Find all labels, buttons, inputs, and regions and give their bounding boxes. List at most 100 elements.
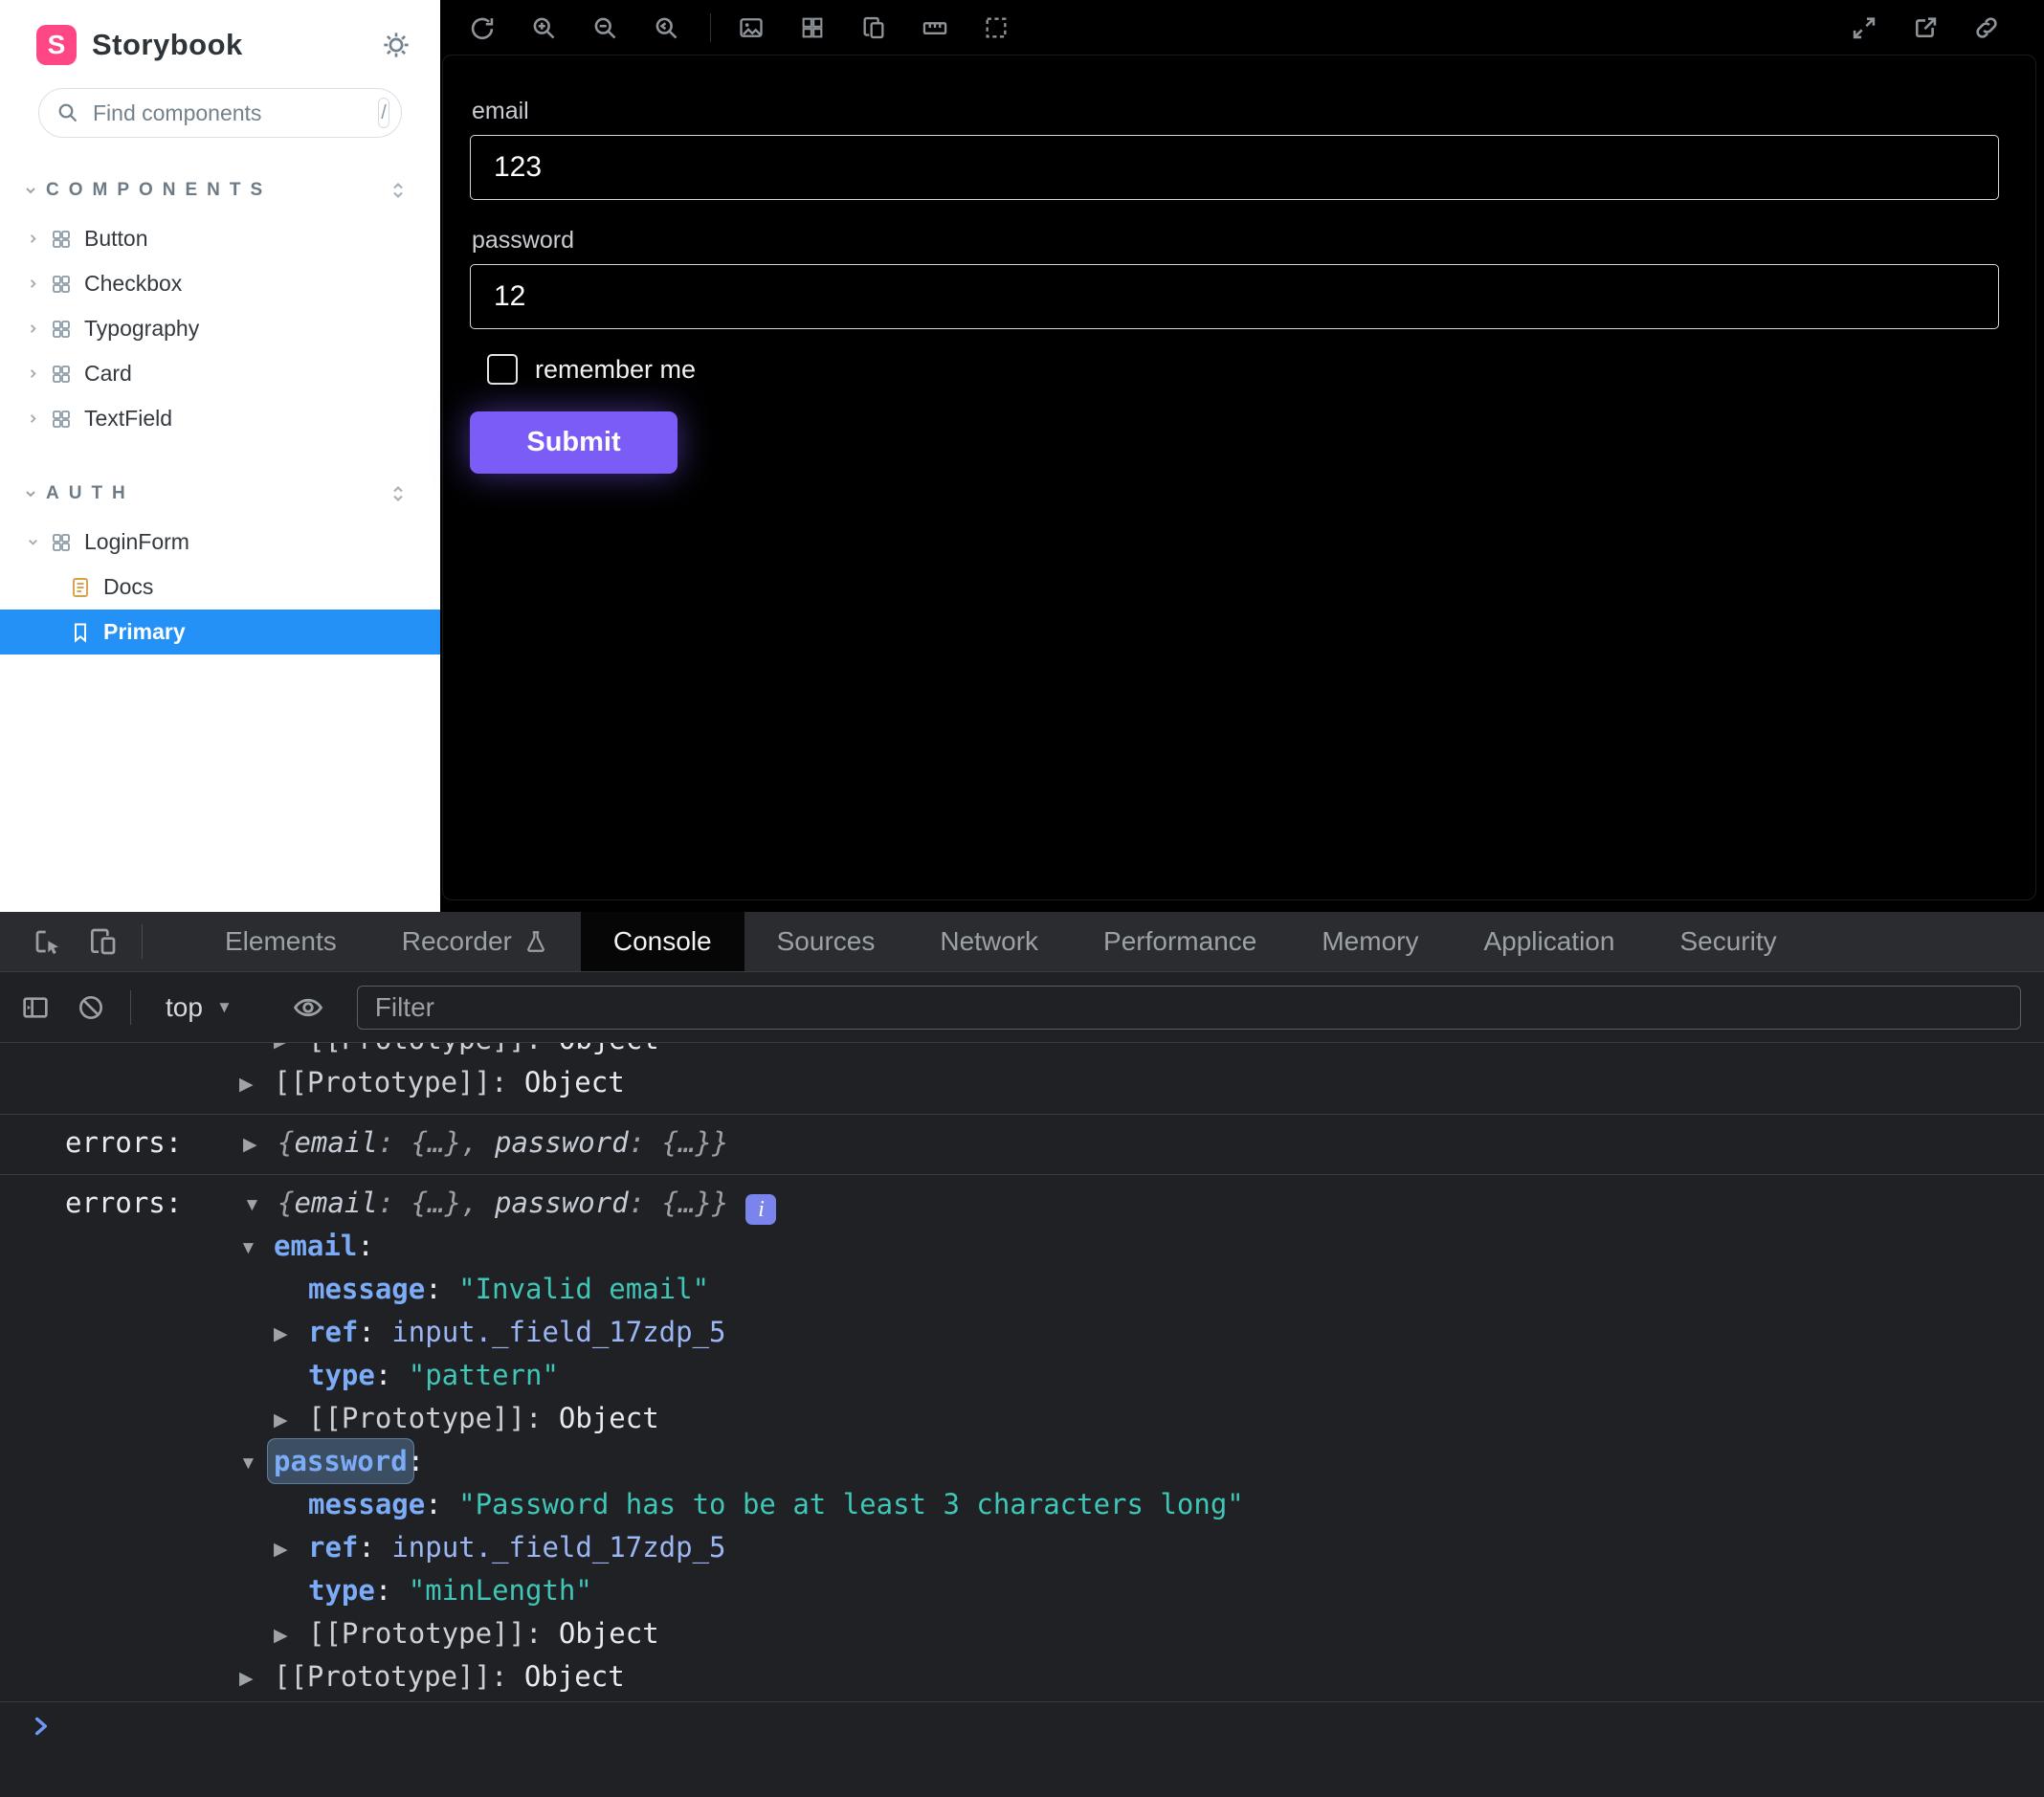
sidebar-item-loginform[interactable]: LoginForm	[0, 520, 440, 565]
component-search[interactable]: /	[38, 88, 402, 138]
console-token: [[Prototype]]:	[308, 1043, 559, 1055]
section-header-auth[interactable]: AUTH	[0, 479, 440, 508]
disclosure-triangle-icon[interactable]: ▼	[243, 1184, 278, 1227]
disclosure-triangle-icon[interactable]: ▶	[274, 1313, 308, 1356]
flask-icon	[523, 929, 548, 954]
disclosure-triangle-icon[interactable]: ▶	[274, 1528, 308, 1571]
bookmark-icon	[69, 621, 92, 644]
password-label: password	[472, 227, 2035, 255]
console-token: :	[375, 1359, 409, 1391]
console-row: ▶[[Prototype]]: Object	[0, 1397, 2044, 1440]
tab-network[interactable]: Network	[907, 912, 1071, 971]
device-toolbar-icon[interactable]	[80, 920, 124, 964]
section-header-components[interactable]: COMPONENTS	[0, 176, 440, 205]
sidebar-item-primary[interactable]: Primary	[0, 610, 440, 654]
grid-icon[interactable]	[791, 7, 833, 49]
disclosure-triangle-icon[interactable]: ▶	[239, 1657, 274, 1700]
console-sidebar-icon[interactable]	[13, 986, 57, 1030]
submit-button[interactable]: Submit	[470, 411, 678, 474]
storybook-sidebar: S Storybook / COMPONENTS	[0, 0, 440, 912]
tab-sources[interactable]: Sources	[744, 912, 908, 971]
tab-label: Memory	[1322, 926, 1418, 957]
console-token: Object	[524, 1066, 625, 1098]
disclosure-triangle-icon[interactable]: ▶	[239, 1063, 274, 1106]
disclosure-triangle-icon[interactable]: ▼	[239, 1442, 274, 1485]
remount-refresh-icon[interactable]	[461, 7, 503, 49]
zoom-reset-icon[interactable]	[645, 7, 687, 49]
disclosure-triangle-icon[interactable]: ▼	[239, 1227, 274, 1270]
console-filter-input[interactable]	[357, 986, 2021, 1030]
tab-elements[interactable]: Elements	[192, 912, 369, 971]
open-in-new-tab-icon[interactable]	[1904, 7, 1946, 49]
fullscreen-icon[interactable]	[1843, 7, 1885, 49]
tab-label: Security	[1679, 926, 1776, 957]
console-token: [[Prototype]]:	[308, 1617, 559, 1650]
tab-application[interactable]: Application	[1451, 912, 1647, 971]
zoom-out-icon[interactable]	[584, 7, 626, 49]
chevron-right-icon[interactable]	[21, 322, 44, 336]
collapse-all-icon[interactable]	[387, 179, 410, 202]
preview-pane: email password remember me Submit	[440, 0, 2044, 912]
search-icon	[56, 101, 79, 124]
tab-label: Network	[940, 926, 1038, 957]
chevron-right-icon[interactable]	[21, 411, 44, 426]
sidebar-item-docs[interactable]: Docs	[0, 565, 440, 610]
console-row: ▼email:	[0, 1225, 2044, 1268]
sidebar-item-textfield[interactable]: TextField	[0, 396, 440, 441]
live-expression-eye-icon[interactable]	[292, 991, 324, 1024]
sidebar-item-label: Checkbox	[84, 271, 182, 297]
console-entry: ▶[[Prototype]]: Object▶[[Prototype]]: Ob…	[0, 1043, 2044, 1114]
settings-gear-icon[interactable]	[381, 30, 411, 60]
console-token: email	[274, 1230, 357, 1262]
clear-console-icon[interactable]	[69, 986, 113, 1030]
tab-performance[interactable]: Performance	[1071, 912, 1289, 971]
component-icon	[50, 318, 73, 341]
search-input[interactable]	[91, 100, 378, 127]
email-field[interactable]	[470, 135, 1999, 200]
console-prompt[interactable]	[0, 1701, 2044, 1797]
collapse-all-icon[interactable]	[387, 482, 410, 505]
console-token: email	[294, 1126, 377, 1159]
console-token: input._field_17zdp_5	[391, 1316, 725, 1348]
sidebar-item-typography[interactable]: Typography	[0, 306, 440, 351]
components-list: Button Checkbox TypographyCard TextField	[0, 216, 440, 441]
console-token: :	[358, 1531, 391, 1564]
inspect-element-icon[interactable]	[25, 920, 69, 964]
chevron-right-icon[interactable]	[21, 366, 44, 381]
viewport-icon[interactable]	[853, 7, 895, 49]
remember-me-checkbox[interactable]	[487, 354, 518, 385]
password-field[interactable]	[470, 264, 1999, 329]
tab-security[interactable]: Security	[1647, 912, 1809, 971]
measure-icon[interactable]	[914, 7, 956, 49]
component-icon	[50, 408, 73, 431]
console-token: : {…},	[378, 1187, 495, 1219]
component-icon	[50, 273, 73, 296]
zoom-in-icon[interactable]	[522, 7, 565, 49]
tab-label: Sources	[777, 926, 876, 957]
console-token: input._field_17zdp_5	[391, 1531, 725, 1564]
tab-recorder[interactable]: Recorder	[369, 912, 581, 971]
chevron-down-icon[interactable]	[21, 535, 44, 549]
sidebar-item-button[interactable]: Button	[0, 216, 440, 261]
storybook-logo-icon: S	[36, 25, 77, 65]
sidebar-item-card[interactable]: Card	[0, 351, 440, 396]
background-icon[interactable]	[730, 7, 772, 49]
chevron-right-icon[interactable]	[21, 277, 44, 291]
tab-console[interactable]: Console	[581, 912, 744, 971]
sidebar-item-checkbox[interactable]: Checkbox	[0, 261, 440, 306]
copy-link-icon[interactable]	[1966, 7, 2008, 49]
context-selector[interactable]: top ▼	[166, 992, 233, 1023]
disclosure-triangle-icon[interactable]: ▶	[274, 1614, 308, 1657]
info-icon[interactable]: i	[745, 1194, 776, 1225]
disclosure-triangle-icon[interactable]: ▶	[243, 1123, 278, 1166]
disclosure-triangle-icon[interactable]: ▶	[274, 1399, 308, 1442]
outline-icon[interactable]	[975, 7, 1017, 49]
console-token: type	[308, 1359, 375, 1391]
chevron-right-icon[interactable]	[21, 232, 44, 246]
console-token: :	[425, 1273, 458, 1305]
tab-memory[interactable]: Memory	[1289, 912, 1451, 971]
console-log: ▶[[Prototype]]: Object▶[[Prototype]]: Ob…	[0, 1043, 2044, 1701]
sidebar-item-label: TextField	[84, 406, 172, 432]
toolbar-separator	[130, 990, 131, 1025]
disclosure-triangle-icon[interactable]: ▶	[274, 1043, 308, 1063]
